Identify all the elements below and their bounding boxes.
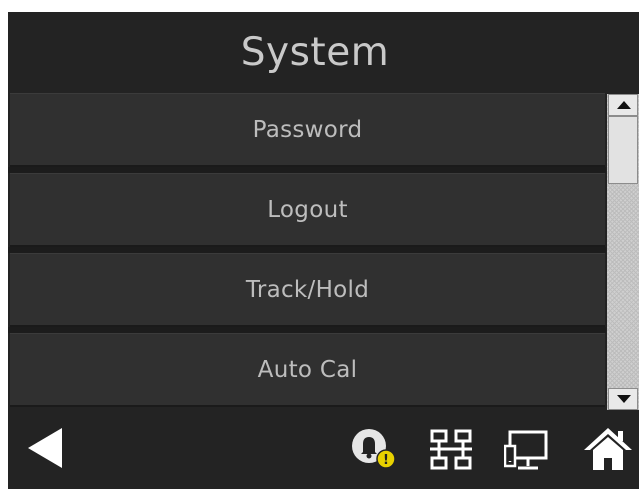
menu-item-track-hold[interactable]: Track/Hold — [10, 253, 605, 327]
scroll-down-button[interactable] — [608, 388, 638, 410]
network-icon[interactable] — [429, 428, 473, 472]
display-icon[interactable] — [504, 428, 552, 472]
header-bar: System — [8, 12, 639, 93]
menu-item-label: Auto Cal — [257, 356, 358, 383]
menu-item-logout[interactable]: Logout — [10, 173, 605, 247]
menu-item-label: Track/Hold — [245, 276, 370, 303]
menu-item-auto-cal[interactable]: Auto Cal — [10, 333, 605, 407]
menu-item-label: Password — [252, 116, 363, 143]
page-title: System — [240, 30, 390, 75]
menu-item-label: Logout — [267, 196, 348, 223]
menu-item-password[interactable]: Password — [10, 93, 605, 167]
back-arrow-icon[interactable] — [22, 424, 68, 472]
alarm-bell-icon[interactable]: ! — [349, 424, 399, 472]
triangle-up-icon — [617, 101, 631, 109]
scroll-thumb[interactable] — [608, 116, 638, 184]
scroll-up-button[interactable] — [608, 94, 638, 116]
alarm-badge-text: ! — [383, 453, 389, 468]
scrollbar[interactable] — [607, 94, 639, 410]
home-icon[interactable] — [582, 424, 634, 472]
menu-list: Password Logout Track/Hold Auto Cal — [8, 93, 606, 410]
bottom-nav-bar: ! — [8, 410, 639, 489]
triangle-down-icon — [617, 395, 631, 403]
system-screen: System Password Logout Track/Hold Auto C… — [8, 12, 639, 489]
